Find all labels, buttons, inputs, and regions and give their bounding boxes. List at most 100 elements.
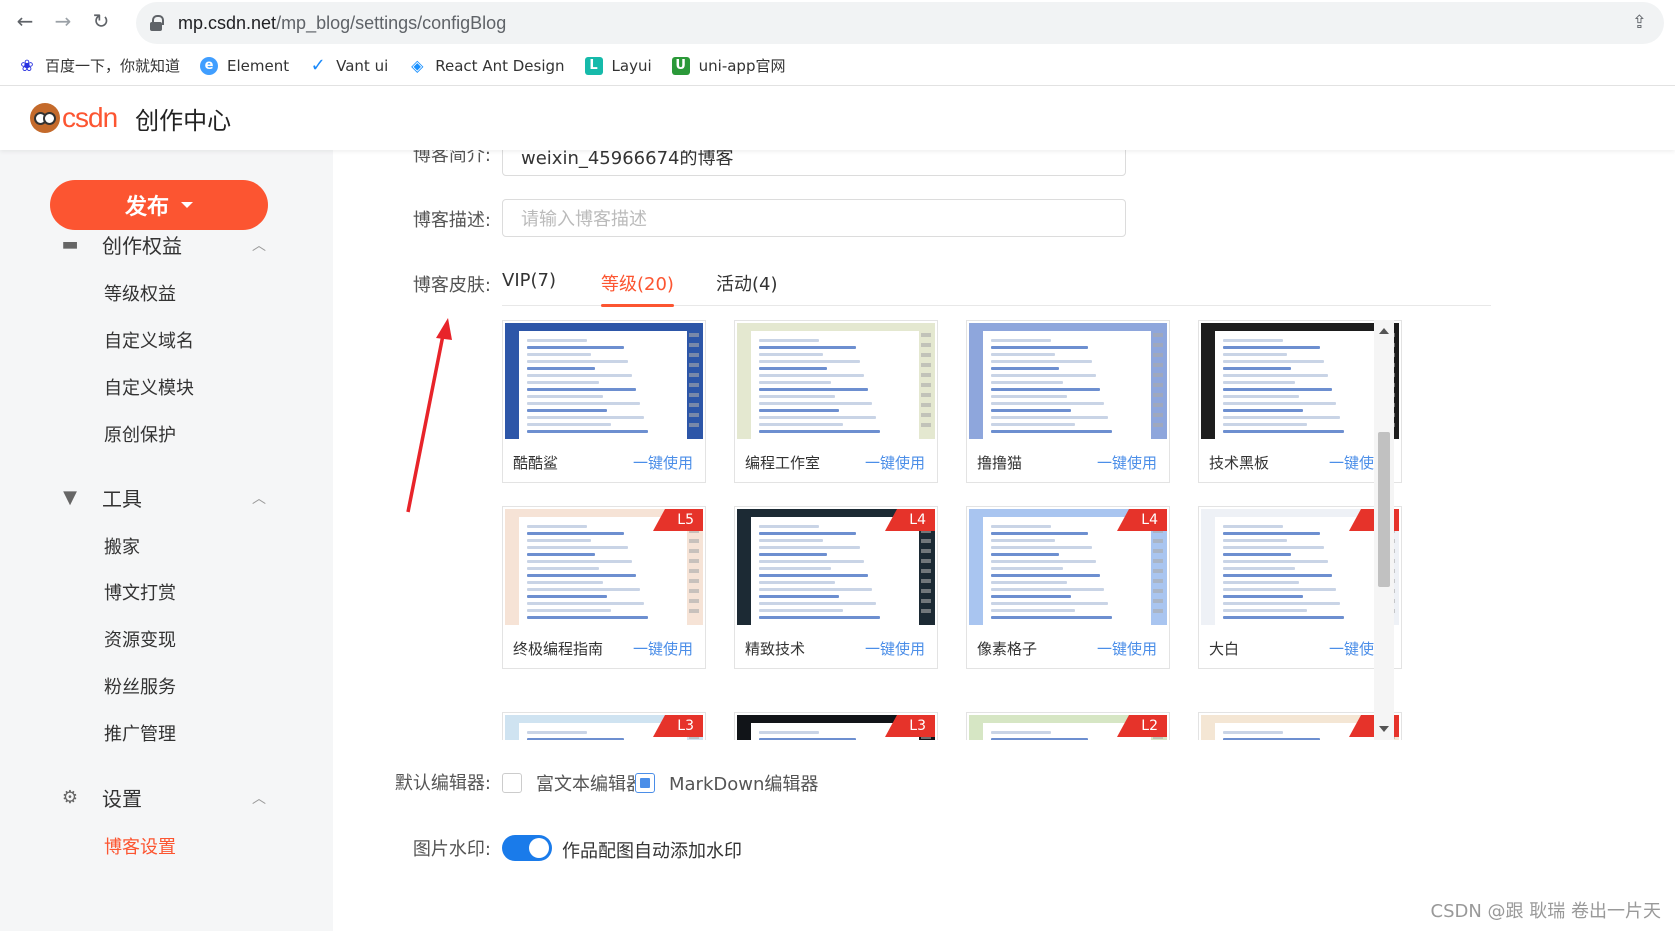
sidebar-item-reward[interactable]: 博文打赏 xyxy=(104,579,176,605)
scroll-down-icon[interactable] xyxy=(1379,726,1389,732)
skin-card[interactable]: L3 xyxy=(502,712,706,740)
tab-activity[interactable]: 活动(4) xyxy=(716,270,778,306)
preview-line xyxy=(759,546,860,549)
preview-line xyxy=(991,731,1051,734)
preview-line xyxy=(759,374,864,377)
sidebar-item-original[interactable]: 原创保护 xyxy=(104,421,176,447)
tab-level[interactable]: 等级(20) xyxy=(601,270,674,307)
preview-line xyxy=(1223,581,1299,584)
skin-card[interactable]: L3 xyxy=(734,712,938,740)
use-skin-link[interactable]: 一键使用 xyxy=(633,638,693,659)
back-arrow-icon[interactable]: ← xyxy=(12,8,38,34)
preview-line xyxy=(991,374,1096,377)
preview-line xyxy=(991,346,1088,349)
preview-line xyxy=(991,546,1092,549)
skin-card[interactable]: L2 xyxy=(1198,712,1402,740)
checkbox[interactable] xyxy=(502,773,522,793)
skin-card[interactable]: 酷酷鲨 一键使用 xyxy=(502,320,706,483)
sidebar-group-settings[interactable]: ⚙ 设置 ︿ xyxy=(60,783,266,812)
preview-line xyxy=(1223,374,1328,377)
skin-grid-scrollbar[interactable] xyxy=(1374,320,1394,740)
address-input[interactable]: mp.csdn.net/mp_blog/settings/configBlog xyxy=(136,2,1664,44)
use-skin-link[interactable]: 一键使用 xyxy=(1097,638,1157,659)
preview-line xyxy=(1223,731,1283,734)
reload-icon[interactable]: ↻ xyxy=(88,8,114,34)
scroll-up-icon[interactable] xyxy=(1379,328,1389,334)
preview-line xyxy=(1223,553,1291,556)
preview-line xyxy=(527,430,648,433)
preview-sidebar xyxy=(689,519,699,615)
preview-line xyxy=(991,388,1100,391)
preview-line xyxy=(527,525,587,528)
preview-line xyxy=(527,416,644,419)
skin-card[interactable]: L4 精致技术 一键使用 xyxy=(734,506,938,669)
preview-line xyxy=(759,402,872,405)
preview-line xyxy=(759,738,856,740)
publish-button[interactable]: 发布 xyxy=(50,180,268,230)
preview-line xyxy=(1223,409,1303,412)
bookmark-baidu[interactable]: ❀ 百度一下，你就知道 xyxy=(18,55,180,76)
preview-line xyxy=(527,595,607,598)
sidebar-item-promo[interactable]: 推广管理 xyxy=(104,720,176,746)
use-skin-link[interactable]: 一键使用 xyxy=(865,638,925,659)
sidebar-group-rights[interactable]: ▬ 创作权益 ︿ xyxy=(60,230,266,259)
sidebar-item-domain[interactable]: 自定义域名 xyxy=(104,327,194,353)
skin-card[interactable]: 编程工作室 一键使用 xyxy=(734,320,938,483)
skin-card[interactable]: 撸撸猫 一键使用 xyxy=(966,320,1170,483)
sidebar-item-blog-settings[interactable]: 博客设置 xyxy=(104,833,176,859)
skin-card[interactable]: L3大白一键使用 xyxy=(1198,506,1402,669)
skin-card[interactable]: L5 终极编程指南 一键使用 xyxy=(502,506,706,669)
preview-line xyxy=(991,367,1059,370)
skin-card[interactable]: L2 xyxy=(966,712,1170,740)
skin-label: 博客皮肤: xyxy=(412,275,491,296)
preview-line xyxy=(759,560,864,563)
preview-line xyxy=(1223,546,1324,549)
skin-card[interactable]: 技术黑板 一键使用 xyxy=(1198,320,1402,483)
preview-line xyxy=(527,367,595,370)
skin-card[interactable]: L4 像素格子 一键使用 xyxy=(966,506,1170,669)
skin-name: 编程工作室 xyxy=(745,454,821,472)
sidebar-item-move[interactable]: 搬家 xyxy=(104,533,140,559)
bookmark-layui[interactable]: L Layui xyxy=(584,56,652,75)
preview-line xyxy=(527,374,632,377)
editor-richtext-option[interactable]: 富文本编辑器 xyxy=(502,770,644,796)
desc-input[interactable]: 请输入博客描述 xyxy=(502,199,1126,237)
checkbox-checked[interactable] xyxy=(635,773,655,793)
preview-line xyxy=(991,381,1063,384)
antd-icon: ◈ xyxy=(411,56,424,75)
use-skin-link[interactable]: 一键使用 xyxy=(865,452,925,473)
preview-line xyxy=(527,567,599,570)
sidebar-item-module[interactable]: 自定义模块 xyxy=(104,374,194,400)
scroll-thumb[interactable] xyxy=(1378,432,1390,587)
preview-line xyxy=(527,539,591,542)
sidebar-item-resource[interactable]: 资源变现 xyxy=(104,626,176,652)
sidebar-item-level[interactable]: 等级权益 xyxy=(104,280,176,306)
bookmark-element[interactable]: e Element xyxy=(200,56,289,75)
preview-line xyxy=(1223,388,1332,391)
preview-line xyxy=(991,738,1088,740)
skin-preview-page xyxy=(519,331,687,439)
sidebar-item-fans[interactable]: 粉丝服务 xyxy=(104,673,176,699)
preview-line xyxy=(991,602,1108,605)
forward-arrow-icon[interactable]: → xyxy=(50,8,76,34)
tab-vip[interactable]: VIP(7) xyxy=(502,270,556,306)
preview-line xyxy=(527,388,636,391)
use-skin-link[interactable]: 一键使用 xyxy=(1097,452,1157,473)
watermark-toggle[interactable] xyxy=(502,835,552,861)
lock-icon xyxy=(150,15,164,31)
use-skin-link[interactable]: 一键使用 xyxy=(633,452,693,473)
preview-line xyxy=(527,588,640,591)
bookmark-antd[interactable]: ◈ React Ant Design xyxy=(408,56,565,75)
share-icon[interactable]: ⇪ xyxy=(1632,12,1647,33)
wallet-icon: ▬ xyxy=(61,234,79,255)
preview-line xyxy=(527,546,628,549)
bookmark-uniapp[interactable]: U uni-app官网 xyxy=(671,55,785,76)
preview-line xyxy=(759,574,868,577)
bookmark-label: React Ant Design xyxy=(435,56,565,75)
editor-markdown-option[interactable]: MarkDown编辑器 xyxy=(635,770,818,796)
preview-line xyxy=(1223,367,1291,370)
logo[interactable]: CSDN xyxy=(62,102,118,134)
sidebar-group-tools[interactable]: ▼ 工具 ︿ xyxy=(60,483,266,512)
bookmark-vant[interactable]: ✓ Vant ui xyxy=(309,55,389,76)
preview-line xyxy=(759,595,839,598)
